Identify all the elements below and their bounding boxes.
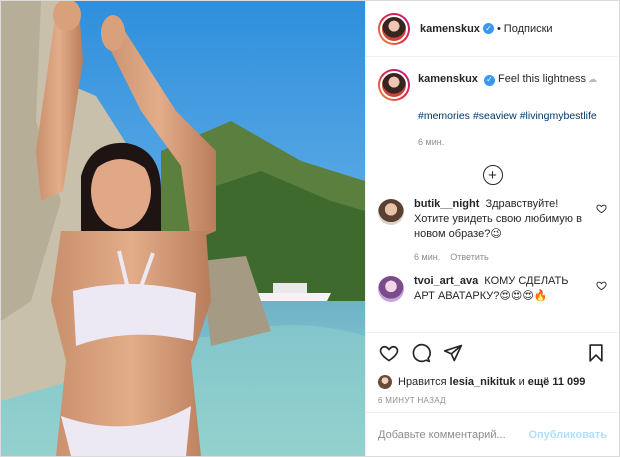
- likes-summary: Нравится lesia_nikituk и ещё 11 099: [366, 372, 619, 392]
- heart-icon[interactable]: [596, 203, 607, 214]
- liker-avatar[interactable]: [378, 375, 392, 389]
- paper-plane-icon[interactable]: [442, 342, 464, 364]
- commenter-username[interactable]: tvoi_art_ava: [414, 275, 478, 287]
- hashtag-link[interactable]: #memories: [418, 110, 470, 122]
- post-sidebar: kamenskux ✓ • Подписки kamenskux ✓ Feel t…: [365, 1, 619, 456]
- comment-item: tvoi_art_ava КОМУ СДЕЛАТЬ АРТ АВАТАРКУ?😍…: [378, 274, 607, 304]
- hashtag-link[interactable]: #livingmybestlife: [520, 110, 597, 122]
- action-bar: [366, 332, 619, 372]
- verified-badge-icon: ✓: [483, 74, 495, 86]
- caption-time[interactable]: 6 мин.: [418, 137, 607, 147]
- commenter-username[interactable]: butik__night: [414, 198, 479, 210]
- caption-text: Feel this lightness: [498, 73, 587, 85]
- heart-icon[interactable]: [596, 280, 607, 291]
- post-caption: kamenskux ✓ Feel this lightness ☁ #memorie…: [378, 69, 607, 147]
- comment-bubble-icon[interactable]: [410, 342, 432, 364]
- liker-username[interactable]: lesia_nikituk: [450, 376, 516, 388]
- bookmark-icon[interactable]: [585, 342, 607, 364]
- commenter-avatar[interactable]: [378, 276, 404, 302]
- author-username[interactable]: kamenskux: [420, 23, 480, 35]
- publish-button[interactable]: Опубликовать: [528, 429, 607, 441]
- comment-input[interactable]: [378, 428, 529, 441]
- post-header: kamenskux ✓ • Подписки: [366, 1, 619, 57]
- likes-conjunction: и: [518, 376, 525, 388]
- heart-icon[interactable]: [378, 342, 400, 364]
- post-timestamp[interactable]: 6 МИНУТ НАЗАД: [366, 392, 619, 412]
- author-avatar[interactable]: [378, 12, 410, 45]
- following-button[interactable]: Подписки: [504, 23, 553, 35]
- reply-button[interactable]: Ответить: [450, 252, 488, 262]
- post-photo[interactable]: [1, 1, 365, 456]
- likes-prefix: Нравится: [398, 376, 447, 388]
- add-comment-form: Опубликовать: [366, 412, 619, 456]
- comment-time[interactable]: 6 мин.: [414, 252, 440, 262]
- likes-count-link[interactable]: ещё 11 099: [528, 376, 586, 388]
- hashtags: #memories #seaview #livingmybestlife: [418, 109, 607, 123]
- caption-avatar[interactable]: [378, 69, 410, 101]
- beach-photo-illustration: [1, 1, 365, 456]
- feather-icon: ☁: [588, 74, 598, 84]
- separator-dot: •: [496, 22, 501, 35]
- commenter-avatar[interactable]: [378, 199, 404, 225]
- comments-section[interactable]: kamenskux ✓ Feel this lightness ☁ #memorie…: [366, 57, 619, 332]
- hashtag-link[interactable]: #seaview: [473, 110, 517, 122]
- caption-username[interactable]: kamenskux: [418, 73, 478, 85]
- plus-circle-icon[interactable]: +: [482, 165, 503, 185]
- instagram-post: kamenskux ✓ • Подписки kamenskux ✓ Feel t…: [0, 0, 620, 457]
- comment-item: butik__night Здравствуйте! Хотите увидет…: [378, 197, 607, 262]
- verified-badge-icon: ✓: [482, 23, 494, 34]
